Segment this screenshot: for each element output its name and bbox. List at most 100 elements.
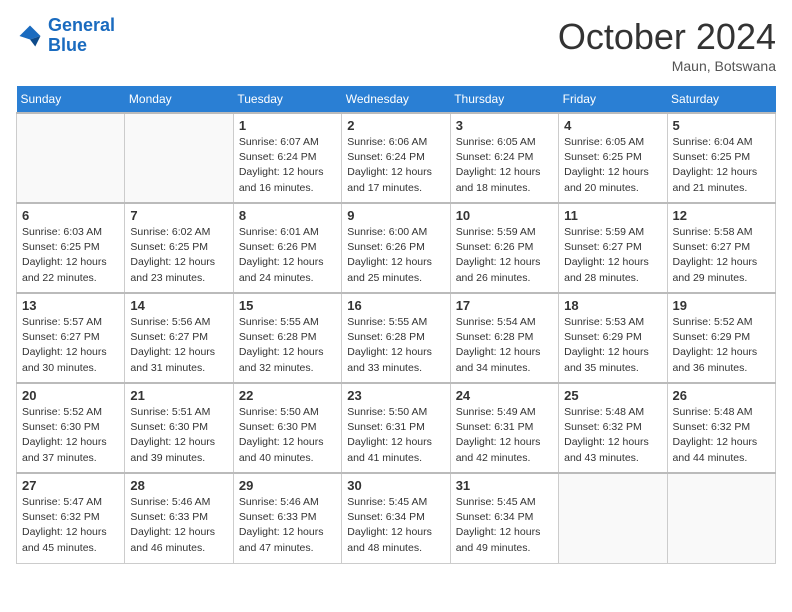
day-number: 29 (239, 478, 336, 493)
day-info: Sunrise: 5:45 AM Sunset: 6:34 PM Dayligh… (456, 495, 553, 556)
day-info: Sunrise: 5:46 AM Sunset: 6:33 PM Dayligh… (239, 495, 336, 556)
header-row: SundayMondayTuesdayWednesdayThursdayFrid… (17, 86, 776, 113)
weekday-header: Friday (559, 86, 667, 113)
title-block: October 2024 Maun, Botswana (558, 16, 776, 74)
calendar-cell: 11 Sunrise: 5:59 AM Sunset: 6:27 PM Dayli… (559, 203, 667, 293)
calendar-cell: 1 Sunrise: 6:07 AM Sunset: 6:24 PM Daylig… (233, 113, 341, 203)
calendar-cell: 19 Sunrise: 5:52 AM Sunset: 6:29 PM Dayli… (667, 293, 775, 383)
weekday-header: Monday (125, 86, 233, 113)
logo-text: General Blue (48, 16, 115, 56)
calendar-cell: 6Sunrise: 6:03 AM Sunset: 6:25 PM Daylig… (17, 203, 125, 293)
day-info: Sunrise: 5:59 AM Sunset: 6:27 PM Dayligh… (564, 225, 661, 286)
day-number: 28 (130, 478, 227, 493)
day-number: 1 (239, 118, 336, 133)
day-number: 16 (347, 298, 444, 313)
day-info: Sunrise: 5:56 AM Sunset: 6:27 PM Dayligh… (130, 315, 227, 376)
day-number: 21 (130, 388, 227, 403)
day-number: 12 (673, 208, 770, 223)
calendar-cell: 31Sunrise: 5:45 AM Sunset: 6:34 PM Dayli… (450, 473, 558, 563)
page-header: General Blue October 2024 Maun, Botswana (16, 16, 776, 74)
day-number: 25 (564, 388, 661, 403)
calendar-cell: 4 Sunrise: 6:05 AM Sunset: 6:25 PM Daylig… (559, 113, 667, 203)
calendar-cell: 22 Sunrise: 5:50 AM Sunset: 6:30 PM Dayli… (233, 383, 341, 473)
day-info: Sunrise: 5:49 AM Sunset: 6:31 PM Dayligh… (456, 405, 553, 466)
weekday-header: Wednesday (342, 86, 450, 113)
day-number: 17 (456, 298, 553, 313)
day-info: Sunrise: 5:48 AM Sunset: 6:32 PM Dayligh… (673, 405, 770, 466)
calendar-cell: 7 Sunrise: 6:02 AM Sunset: 6:25 PM Daylig… (125, 203, 233, 293)
day-info: Sunrise: 5:50 AM Sunset: 6:31 PM Dayligh… (347, 405, 444, 466)
day-info: Sunrise: 5:54 AM Sunset: 6:28 PM Dayligh… (456, 315, 553, 376)
calendar-cell: 30Sunrise: 5:45 AM Sunset: 6:34 PM Dayli… (342, 473, 450, 563)
calendar-cell (17, 113, 125, 203)
day-number: 11 (564, 208, 661, 223)
day-info: Sunrise: 5:52 AM Sunset: 6:29 PM Dayligh… (673, 315, 770, 376)
calendar-cell: 12 Sunrise: 5:58 AM Sunset: 6:27 PM Dayli… (667, 203, 775, 293)
day-info: Sunrise: 5:58 AM Sunset: 6:27 PM Dayligh… (673, 225, 770, 286)
calendar-cell: 14 Sunrise: 5:56 AM Sunset: 6:27 PM Dayli… (125, 293, 233, 383)
day-info: Sunrise: 5:50 AM Sunset: 6:30 PM Dayligh… (239, 405, 336, 466)
day-number: 3 (456, 118, 553, 133)
day-info: Sunrise: 5:59 AM Sunset: 6:26 PM Dayligh… (456, 225, 553, 286)
calendar-cell: 25Sunrise: 5:48 AM Sunset: 6:32 PM Dayli… (559, 383, 667, 473)
calendar-cell: 29 Sunrise: 5:46 AM Sunset: 6:33 PM Dayli… (233, 473, 341, 563)
day-info: Sunrise: 6:02 AM Sunset: 6:25 PM Dayligh… (130, 225, 227, 286)
day-info: Sunrise: 6:07 AM Sunset: 6:24 PM Dayligh… (239, 135, 336, 196)
calendar-cell: 26Sunrise: 5:48 AM Sunset: 6:32 PM Dayli… (667, 383, 775, 473)
day-info: Sunrise: 5:57 AM Sunset: 6:27 PM Dayligh… (22, 315, 119, 376)
day-info: Sunrise: 5:55 AM Sunset: 6:28 PM Dayligh… (347, 315, 444, 376)
weekday-header: Saturday (667, 86, 775, 113)
day-info: Sunrise: 5:46 AM Sunset: 6:33 PM Dayligh… (130, 495, 227, 556)
day-info: Sunrise: 5:53 AM Sunset: 6:29 PM Dayligh… (564, 315, 661, 376)
week-row: 6Sunrise: 6:03 AM Sunset: 6:25 PM Daylig… (17, 203, 776, 293)
logo-icon (16, 22, 44, 50)
weekday-header: Tuesday (233, 86, 341, 113)
calendar-cell: 3Sunrise: 6:05 AM Sunset: 6:24 PM Daylig… (450, 113, 558, 203)
day-number: 9 (347, 208, 444, 223)
day-info: Sunrise: 5:52 AM Sunset: 6:30 PM Dayligh… (22, 405, 119, 466)
calendar-cell: 5 Sunrise: 6:04 AM Sunset: 6:25 PM Daylig… (667, 113, 775, 203)
day-number: 22 (239, 388, 336, 403)
calendar-cell: 28 Sunrise: 5:46 AM Sunset: 6:33 PM Dayli… (125, 473, 233, 563)
calendar-cell: 13 Sunrise: 5:57 AM Sunset: 6:27 PM Dayli… (17, 293, 125, 383)
day-number: 23 (347, 388, 444, 403)
week-row: 13 Sunrise: 5:57 AM Sunset: 6:27 PM Dayli… (17, 293, 776, 383)
day-number: 15 (239, 298, 336, 313)
day-number: 14 (130, 298, 227, 313)
day-number: 8 (239, 208, 336, 223)
location: Maun, Botswana (558, 58, 776, 74)
day-info: Sunrise: 6:06 AM Sunset: 6:24 PM Dayligh… (347, 135, 444, 196)
day-number: 18 (564, 298, 661, 313)
day-number: 7 (130, 208, 227, 223)
calendar-cell: 17 Sunrise: 5:54 AM Sunset: 6:28 PM Dayli… (450, 293, 558, 383)
weekday-header: Sunday (17, 86, 125, 113)
day-info: Sunrise: 5:51 AM Sunset: 6:30 PM Dayligh… (130, 405, 227, 466)
day-info: Sunrise: 6:00 AM Sunset: 6:26 PM Dayligh… (347, 225, 444, 286)
day-number: 30 (347, 478, 444, 493)
month-title: October 2024 (558, 16, 776, 58)
calendar-cell: 27Sunrise: 5:47 AM Sunset: 6:32 PM Dayli… (17, 473, 125, 563)
day-info: Sunrise: 6:01 AM Sunset: 6:26 PM Dayligh… (239, 225, 336, 286)
day-number: 5 (673, 118, 770, 133)
day-number: 13 (22, 298, 119, 313)
calendar-cell: 21 Sunrise: 5:51 AM Sunset: 6:30 PM Dayli… (125, 383, 233, 473)
day-info: Sunrise: 6:05 AM Sunset: 6:25 PM Dayligh… (564, 135, 661, 196)
week-row: 20Sunrise: 5:52 AM Sunset: 6:30 PM Dayli… (17, 383, 776, 473)
day-number: 2 (347, 118, 444, 133)
week-row: 1 Sunrise: 6:07 AM Sunset: 6:24 PM Daylig… (17, 113, 776, 203)
calendar-cell: 8 Sunrise: 6:01 AM Sunset: 6:26 PM Daylig… (233, 203, 341, 293)
calendar-cell (559, 473, 667, 563)
calendar-cell: 10Sunrise: 5:59 AM Sunset: 6:26 PM Dayli… (450, 203, 558, 293)
calendar-cell: 9 Sunrise: 6:00 AM Sunset: 6:26 PM Daylig… (342, 203, 450, 293)
day-info: Sunrise: 5:47 AM Sunset: 6:32 PM Dayligh… (22, 495, 119, 556)
calendar-cell: 24Sunrise: 5:49 AM Sunset: 6:31 PM Dayli… (450, 383, 558, 473)
day-info: Sunrise: 6:04 AM Sunset: 6:25 PM Dayligh… (673, 135, 770, 196)
calendar-table: SundayMondayTuesdayWednesdayThursdayFrid… (16, 86, 776, 564)
calendar-cell: 2 Sunrise: 6:06 AM Sunset: 6:24 PM Daylig… (342, 113, 450, 203)
calendar-cell (667, 473, 775, 563)
calendar-cell: 23 Sunrise: 5:50 AM Sunset: 6:31 PM Dayli… (342, 383, 450, 473)
calendar-cell: 15Sunrise: 5:55 AM Sunset: 6:28 PM Dayli… (233, 293, 341, 383)
logo: General Blue (16, 16, 115, 56)
day-number: 19 (673, 298, 770, 313)
day-number: 4 (564, 118, 661, 133)
